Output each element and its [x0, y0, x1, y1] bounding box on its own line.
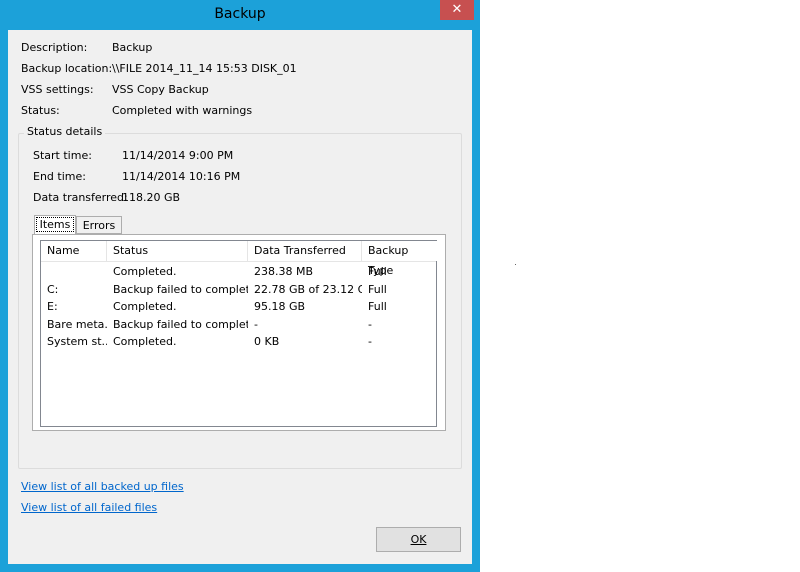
table-row[interactable]: Completed. 238.38 MB Full [41, 263, 437, 280]
cell-backup-type: Full [368, 300, 387, 313]
cell-data-transferred: 238.38 MB [254, 265, 314, 278]
table-row[interactable]: C: Backup failed to complete. 22.78 GB of … [41, 281, 437, 298]
tab-items[interactable]: Items [34, 215, 76, 235]
cell-data-transferred: 0 KB [254, 335, 280, 348]
cell-status: Backup failed to complete. [113, 282, 248, 296]
ok-button[interactable]: OK [376, 527, 461, 552]
table-row[interactable]: System st... Completed. 0 KB - [41, 333, 437, 350]
view-backed-up-files-link[interactable]: View list of all backed up files [21, 480, 184, 493]
column-header-name[interactable]: Name [41, 241, 107, 261]
vss-settings-value: VSS Copy Backup [112, 83, 209, 96]
tab-items-label: Items [35, 217, 75, 232]
description-label: Description: [21, 41, 88, 54]
cell-status: Backup failed to complete. [113, 317, 248, 331]
cell-name: C: [47, 282, 59, 296]
ok-button-label: OK [410, 533, 427, 546]
column-header-status[interactable]: Status [107, 241, 248, 261]
close-button[interactable]: ✕ [440, 0, 474, 20]
status-details-legend: Status details [24, 125, 106, 138]
window-title: Backup [214, 6, 266, 22]
description-value: Backup [112, 41, 153, 54]
table-row[interactable]: E: Completed. 95.18 GB Full [41, 298, 437, 315]
cell-backup-type: Full [368, 282, 387, 296]
end-time-value: 11/14/2014 10:16 PM [122, 170, 241, 183]
backup-location-label: Backup location: [21, 62, 113, 75]
cell-data-transferred: - [254, 317, 258, 331]
data-transferred-value: 118.20 GB [122, 191, 181, 204]
end-time-label: End time: [33, 170, 86, 183]
backup-location-value: \\FILE 2014_11_14 15:53 DISK_01 [112, 62, 297, 75]
close-icon: ✕ [451, 2, 463, 17]
cell-name: Bare meta... [47, 317, 107, 331]
start-time-label: Start time: [33, 149, 92, 162]
view-failed-files-link[interactable]: View list of all failed files [21, 501, 157, 514]
cell-status: Completed. [113, 265, 177, 278]
start-time-value: 11/14/2014 9:00 PM [122, 149, 234, 162]
items-list[interactable]: Name Status Data Transferred Backup Type… [40, 240, 437, 427]
data-transferred-label: Data transferred: [33, 191, 128, 204]
title-bar[interactable]: Backup ✕ [0, 0, 480, 30]
items-tab-panel: Name Status Data Transferred Backup Type… [32, 234, 446, 431]
cell-backup-type: - [368, 335, 372, 348]
backup-dialog: Backup ✕ Description: Backup Backup loca… [0, 0, 480, 572]
status-label: Status: [21, 104, 60, 117]
tab-errors[interactable]: Errors [76, 216, 122, 234]
column-header-backup-type[interactable]: Backup Type [362, 241, 437, 277]
cell-status: Completed. [113, 300, 177, 313]
cell-backup-type: - [368, 317, 372, 331]
vss-settings-label: VSS settings: [21, 83, 94, 96]
cell-name: System st... [47, 335, 107, 348]
header-divider [41, 261, 436, 262]
cell-data-transferred: 95.18 GB [254, 300, 306, 313]
cell-data-transferred: 22.78 GB of 23.12 GB [254, 282, 362, 296]
cell-name: E: [47, 300, 58, 313]
status-value: Completed with warnings [112, 104, 253, 117]
cell-backup-type: Full [368, 265, 387, 278]
stray-pixel [515, 264, 516, 265]
column-header-data-transferred[interactable]: Data Transferred [248, 241, 362, 261]
cell-status: Completed. [113, 335, 177, 348]
table-row[interactable]: Bare meta...Backup failed to complete.-- [41, 316, 437, 333]
dialog-content: Description: Backup Backup location: \\F… [8, 30, 472, 564]
tab-errors-label: Errors [82, 219, 116, 232]
